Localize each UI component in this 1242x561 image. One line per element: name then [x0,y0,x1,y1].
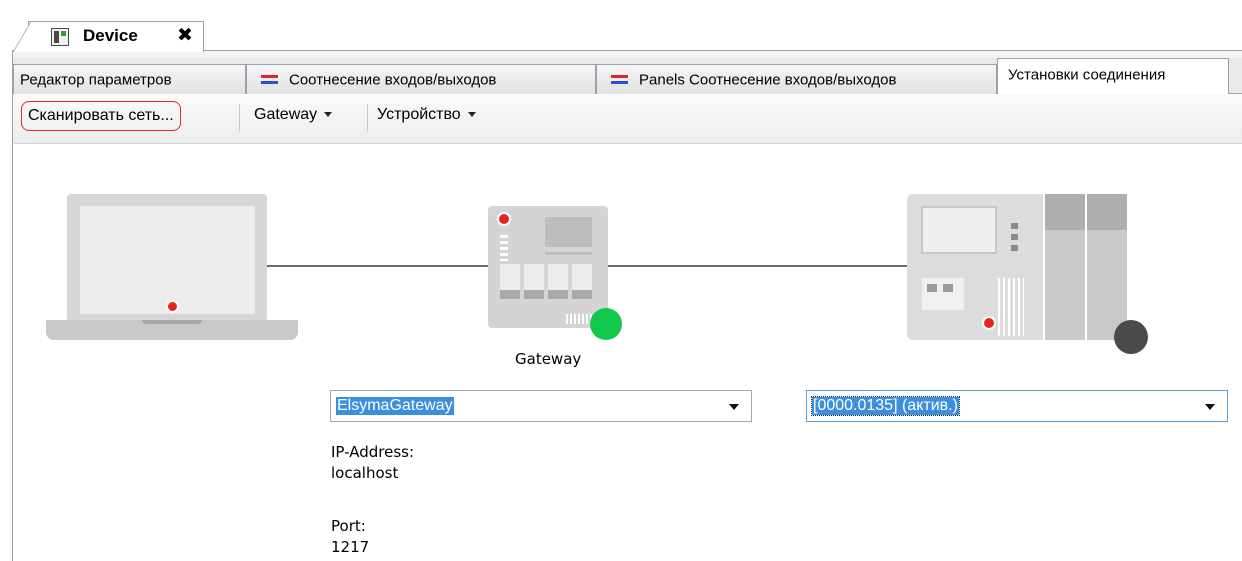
tab-label: Установки соединения [1008,66,1166,84]
plc-buttons [1011,223,1018,253]
network-link [608,265,908,267]
gateway-caption: Gateway [515,350,582,368]
chevron-down-icon[interactable] [1205,404,1215,410]
scan-network-button[interactable]: Сканировать сеть... [21,101,181,131]
document-tab-label: Device [83,26,138,45]
device-menu-label: Устройство [377,106,461,123]
gateway-panel [545,217,592,247]
gateway-bar [545,252,592,255]
tab-label: Редактор параметров [20,71,172,89]
toolbar: Сканировать сеть... Gateway Устройство [12,94,1242,144]
plc-module [1087,194,1127,340]
tab-io-mapping[interactable]: Соотнесение входов/выходов [246,64,596,94]
tab-parameter-editor[interactable]: Редактор параметров [13,64,246,94]
editor-tab-bar: Редактор параметров Соотнесение входов/в… [12,58,1242,95]
tab-label: Panels Соотнесение входов/выходов [639,71,897,89]
device-status-indicator [1114,320,1148,354]
chevron-down-icon [467,112,476,118]
gateway-led [497,212,511,226]
gateway-menu-button[interactable]: Gateway [254,106,333,124]
ip-address-label: IP-Address: [331,443,415,461]
port-label: Port: [331,517,366,535]
document-tab-device[interactable]: Device ✖ [13,21,204,52]
chevron-down-icon [324,112,333,118]
toolbar-separator [367,104,368,132]
laptop-led [166,300,179,313]
port-value: 1217 [331,538,370,556]
plc-vent [998,278,1024,336]
device-select[interactable]: [0000.0135] (актив.) [806,390,1228,422]
io-mapping-icon [259,74,281,86]
plc-module [1045,194,1085,340]
io-mapping-icon [609,74,631,86]
ip-address-value: localhost [331,464,399,482]
gateway-status-indicator [590,308,622,340]
plc-led [982,316,996,330]
tab-label: Соотнесение входов/выходов [289,71,497,89]
tab-connection-settings[interactable]: Установки соединения [997,58,1229,95]
device-icon [51,28,69,46]
gateway-select[interactable]: ElsymaGateway [330,390,752,422]
device-select-value: [0000.0135] (актив.) [811,396,960,416]
device-menu-button[interactable]: Устройство [377,106,476,124]
gateway-menu-label: Gateway [254,106,318,123]
document-tab-strip: Device ✖ [0,0,1242,60]
laptop-base [46,320,298,340]
gateway-select-value: ElsymaGateway [336,397,454,415]
toolbar-separator [239,104,240,132]
gateway-ip-block: IP-Address: localhost [331,442,414,484]
network-link [266,265,490,267]
plc-socket [922,278,964,310]
close-icon[interactable]: ✖ [177,24,193,46]
chevron-down-icon[interactable] [729,404,739,410]
gateway-indicators [500,235,508,261]
laptop-display [80,206,255,314]
scan-network-label: Сканировать сеть... [28,107,174,124]
gateway-ports-row [500,290,596,299]
tab-panels-io-mapping[interactable]: Panels Соотнесение входов/выходов [596,64,997,94]
plc-screen [921,206,997,254]
gateway-port-block: Port: 1217 [331,516,369,558]
